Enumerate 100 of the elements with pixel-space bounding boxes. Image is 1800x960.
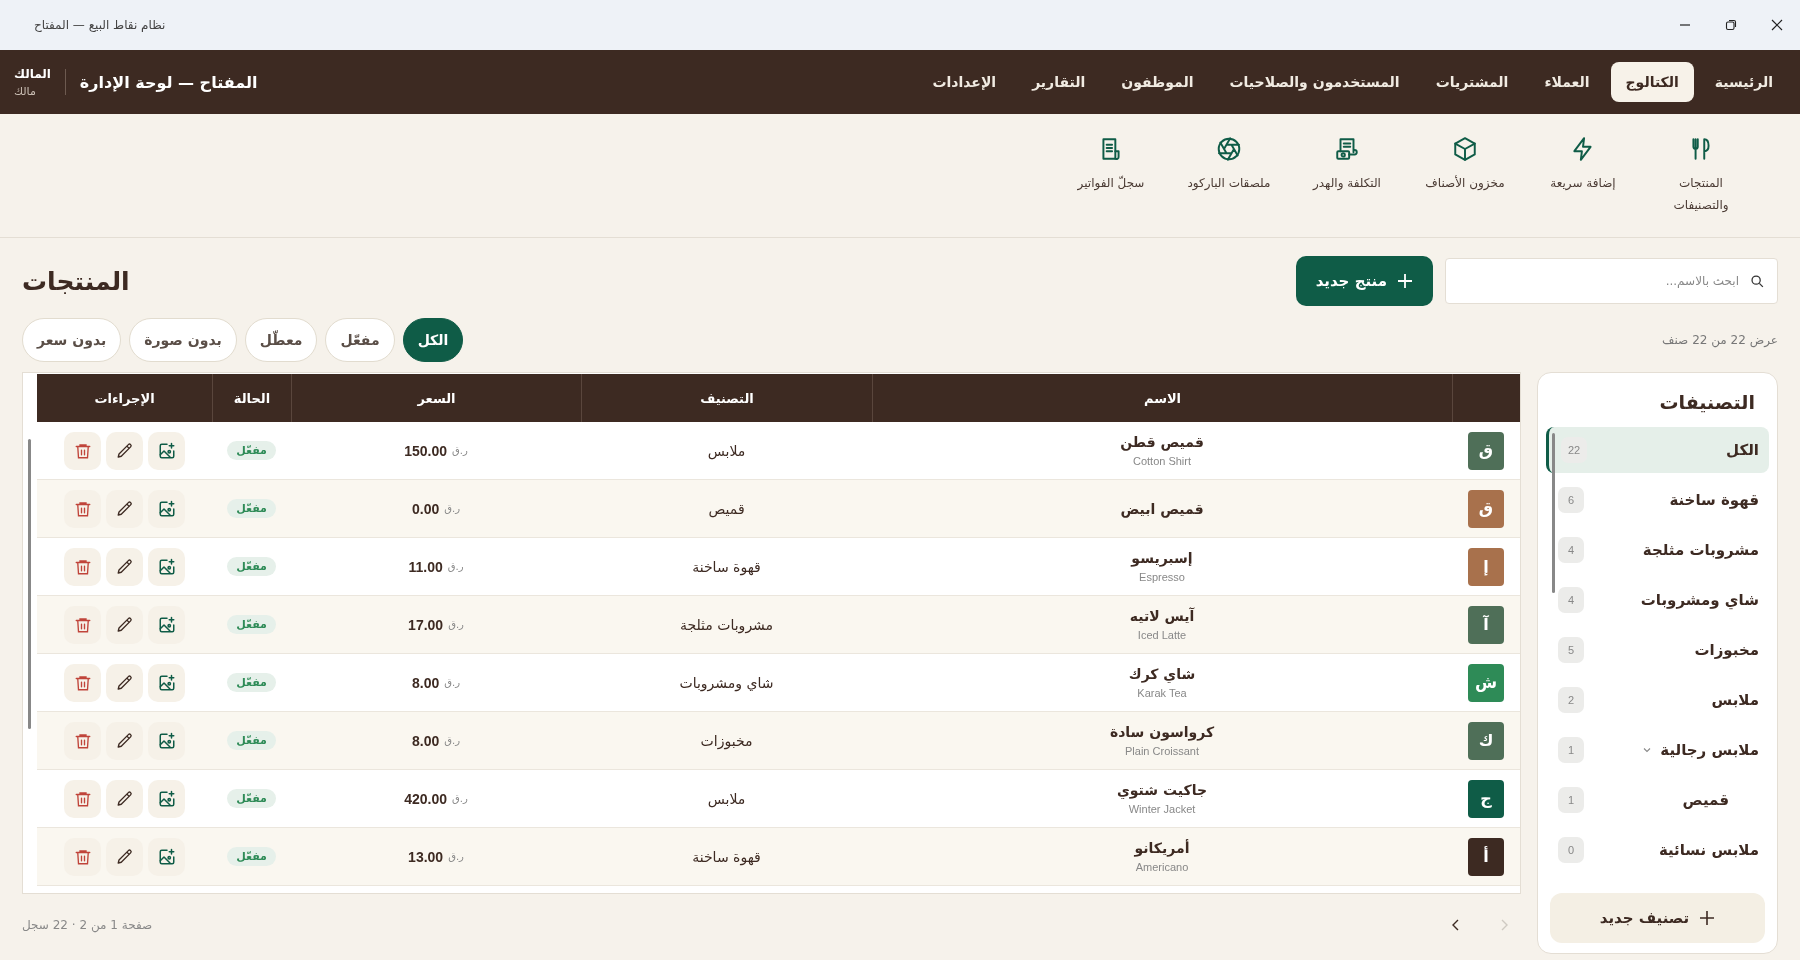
edit-button[interactable] <box>106 489 143 528</box>
page-title: المنتجات <box>22 266 130 296</box>
product-avatar: ك <box>1468 721 1504 760</box>
trash-icon <box>73 499 92 518</box>
filter-chip[interactable]: مفعّل <box>325 318 395 362</box>
trash-icon <box>73 441 92 460</box>
nav-tab[interactable]: الإعدادات <box>917 62 1012 102</box>
pencil-icon <box>115 731 134 750</box>
delete-button[interactable] <box>64 721 101 760</box>
scrollbar[interactable] <box>1552 433 1555 593</box>
add-image-button[interactable] <box>148 605 185 644</box>
add-image-button[interactable] <box>148 837 185 876</box>
delete-button[interactable] <box>64 779 101 818</box>
category-cell: قهوة ساخنة <box>692 558 761 575</box>
nav-tab[interactable]: الكتالوج <box>1610 62 1694 102</box>
delete-button[interactable] <box>64 431 101 470</box>
product-name-english: Karak Tea <box>1137 687 1187 699</box>
scrollbar[interactable] <box>28 439 31 729</box>
filter-chip[interactable]: بدون صورة <box>129 318 237 362</box>
product-name: آيس لاتيه <box>1129 608 1195 624</box>
edit-button[interactable] <box>106 837 143 876</box>
delete-button[interactable] <box>64 837 101 876</box>
category-cell: ملابس <box>707 442 746 459</box>
product-name-english: Winter Jacket <box>1128 803 1196 815</box>
add-image-button[interactable] <box>148 721 185 760</box>
edit-button[interactable] <box>106 779 143 818</box>
edit-button[interactable] <box>106 605 143 644</box>
categories-title: التصنيفات <box>1658 391 1756 413</box>
pencil-icon <box>115 441 134 460</box>
status-badge: مفعّل <box>227 731 276 750</box>
image-add-icon <box>157 499 176 518</box>
edit-button[interactable] <box>106 663 143 702</box>
restore-icon <box>1725 19 1737 31</box>
price-value: 17.00 <box>408 616 444 633</box>
add-image-button[interactable] <box>148 663 185 702</box>
delete-button[interactable] <box>64 663 101 702</box>
add-image-button[interactable] <box>148 779 185 818</box>
image-add-icon <box>157 731 176 750</box>
price-value: 420.00 <box>404 790 448 807</box>
product-avatar: آ <box>1468 605 1504 644</box>
nav-tab[interactable]: المشتريات <box>1420 62 1524 102</box>
filter-chip[interactable]: بدون سعر <box>22 318 122 362</box>
product-name-english: Iced Latte <box>1137 629 1187 641</box>
plus-icon <box>1699 910 1716 926</box>
price-value: 150.00 <box>404 442 448 459</box>
trash-icon <box>73 615 92 634</box>
product-avatar: ق <box>1468 489 1504 528</box>
product-avatar: ق <box>1468 431 1504 470</box>
edit-button[interactable] <box>106 547 143 586</box>
trash-icon <box>73 847 92 866</box>
status-badge: مفعّل <box>227 847 276 866</box>
shortcut-item[interactable]: إضافة سريعة <box>1524 114 1642 237</box>
price-value: 8.00 <box>412 674 440 691</box>
category-cell: شاي ومشروبات <box>679 674 774 691</box>
new-category-button[interactable]: تصنيف جديد <box>1550 893 1765 943</box>
shortcut-item[interactable]: التكلفة والهدر <box>1288 114 1406 237</box>
product-name: شاي كرك <box>1128 666 1196 682</box>
add-image-button[interactable] <box>148 489 185 528</box>
currency: ر.ق <box>452 445 468 456</box>
status-badge: مفعّل <box>227 673 276 692</box>
image-add-icon <box>157 789 176 808</box>
trash-icon <box>73 673 92 692</box>
shortcut-item[interactable]: مخزون الأصناف <box>1406 114 1524 237</box>
product-name-english: Plain Croissant <box>1125 745 1199 757</box>
currency: ر.ق <box>452 793 468 804</box>
pencil-icon <box>115 847 134 866</box>
delete-button[interactable] <box>64 489 101 528</box>
user-name: المالك <box>14 66 51 81</box>
window-title: نظام نقاط البيع — المفتاح <box>33 18 166 32</box>
currency: ر.ق <box>444 677 460 688</box>
edit-button[interactable] <box>106 721 143 760</box>
trash-icon <box>73 789 92 808</box>
add-image-button[interactable] <box>148 547 185 586</box>
nav-tab[interactable]: الموظفون <box>1106 62 1209 102</box>
plus-icon <box>1397 273 1413 289</box>
add-image-button[interactable] <box>148 431 185 470</box>
delete-button[interactable] <box>64 605 101 644</box>
category-cell: قميص <box>708 500 745 517</box>
filter-chip[interactable]: الكل <box>402 318 464 362</box>
new-product-button[interactable]: منتج جديد <box>1295 256 1433 306</box>
shortcut-item[interactable]: المنتجات والتصنيفات <box>1642 114 1760 237</box>
status-badge: مفعّل <box>227 499 276 518</box>
status-badge: مفعّل <box>227 557 276 576</box>
delete-button[interactable] <box>64 547 101 586</box>
nav-tab[interactable]: الرئيسية <box>1699 62 1788 102</box>
product-name-english: Espresso <box>1139 571 1185 583</box>
price-value: 11.00 <box>408 558 443 575</box>
nav-tab[interactable]: العملاء <box>1529 62 1605 102</box>
search-field[interactable]: ابحث بالاسم... <box>1445 258 1778 304</box>
edit-button[interactable] <box>106 431 143 470</box>
product-name-english: Americano <box>1135 861 1189 873</box>
shortcut-item[interactable]: سجلّ الفواتير <box>1052 114 1170 237</box>
currency: ر.ق <box>448 851 464 862</box>
nav-tab[interactable]: التقارير <box>1017 62 1101 102</box>
filter-chip[interactable]: معطّل <box>244 318 318 362</box>
price-value: 0.00 <box>412 500 440 517</box>
shortcut-item[interactable]: ملصقات الباركود <box>1170 114 1288 237</box>
receipt-icon <box>1334 136 1360 162</box>
nav-tab[interactable]: المستخدمون والصلاحيات <box>1214 62 1415 102</box>
chevron-down-icon <box>1642 745 1653 755</box>
